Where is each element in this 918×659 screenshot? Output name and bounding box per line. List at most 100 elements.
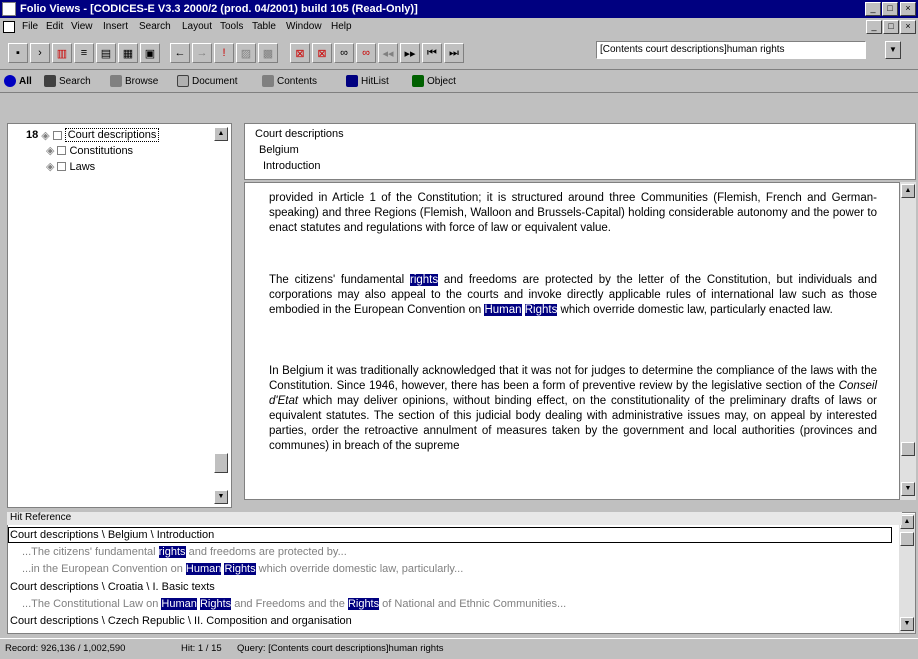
marker-icon[interactable]: ! xyxy=(214,43,234,63)
tab-search[interactable]: Search xyxy=(44,75,91,87)
previous-document-icon[interactable]: ⏮ xyxy=(422,43,442,63)
menu-view[interactable]: View xyxy=(71,21,93,32)
tree-item-laws[interactable]: ◈ Laws xyxy=(46,160,95,174)
menu-help[interactable]: Help xyxy=(331,21,352,32)
paragraph: The citizens' fundamental rights and fre… xyxy=(269,274,877,316)
binoculars-red-icon[interactable]: ∞ xyxy=(356,43,376,63)
tree-item-label: Constitutions xyxy=(69,144,134,157)
note-icon[interactable]: ▨ xyxy=(236,43,256,63)
breadcrumb: Court descriptions Belgium Introduction xyxy=(244,123,916,180)
contents-tree[interactable]: 18 ◈ Court descriptions ◈ Constitutions … xyxy=(7,123,232,508)
tab-browse[interactable]: Browse xyxy=(110,75,158,87)
list-icon xyxy=(346,75,358,87)
document-view[interactable]: provided in Article 1 of the Constitutio… xyxy=(244,182,900,500)
expand-icon[interactable]: ◈ xyxy=(41,129,49,142)
doc-close-button[interactable]: × xyxy=(900,20,916,34)
hit-scrollbar[interactable]: ▲ ▼ xyxy=(899,514,915,633)
tab-document[interactable]: Document xyxy=(177,75,238,87)
menu-window[interactable]: Window xyxy=(286,21,322,32)
menu-table[interactable]: Table xyxy=(252,21,276,32)
tree-item-constitutions[interactable]: ◈ Constitutions xyxy=(46,144,134,158)
checkbox[interactable] xyxy=(52,130,62,140)
hit-reference-row[interactable]: Court descriptions \ Czech Republic \ II… xyxy=(10,615,352,627)
previous-hit-icon[interactable]: ◂◂ xyxy=(378,43,398,63)
scroll-down-icon[interactable]: ▼ xyxy=(900,617,914,631)
scroll-thumb[interactable] xyxy=(900,532,914,546)
breadcrumb-level-2[interactable]: Belgium xyxy=(259,144,299,156)
menu-tools[interactable]: Tools xyxy=(220,21,243,32)
menu-bar: File Edit View Insert Search Layout Tool… xyxy=(0,18,918,37)
shelf-icon[interactable]: ▥ xyxy=(52,43,72,63)
layout-icon[interactable]: ▦ xyxy=(118,43,138,63)
hit-reference-row[interactable]: Court descriptions \ Belgium \ Introduct… xyxy=(10,529,214,541)
forward-icon[interactable]: → xyxy=(192,43,212,63)
minimize-button[interactable]: _ xyxy=(865,2,881,16)
next-document-icon[interactable]: ⏭ xyxy=(444,43,464,63)
binoculars-icon[interactable]: ∞ xyxy=(334,43,354,63)
list-icon[interactable]: ≡ xyxy=(74,43,94,63)
query-icon[interactable]: ⊠ xyxy=(290,43,310,63)
save-icon[interactable]: ▪ xyxy=(8,43,28,63)
scroll-down-icon[interactable]: ▼ xyxy=(901,482,915,496)
tab-hitlist[interactable]: HitList xyxy=(346,75,389,87)
scroll-up-icon[interactable]: ▲ xyxy=(900,515,914,529)
scroll-thumb[interactable] xyxy=(901,442,915,456)
search-hit[interactable]: Rights xyxy=(524,304,558,316)
tab-all[interactable]: All xyxy=(4,75,32,87)
document-scrollbar[interactable]: ▲ ▼ xyxy=(900,182,916,500)
menu-layout[interactable]: Layout xyxy=(182,21,212,32)
doc-restore-button[interactable]: □ xyxy=(883,20,899,34)
hit-count: 18 xyxy=(26,129,39,141)
page-icon xyxy=(177,75,189,87)
status-record: Record: 926,136 / 1,002,590 xyxy=(5,643,126,654)
app-icon[interactable] xyxy=(2,2,16,16)
menu-search[interactable]: Search xyxy=(139,21,171,32)
pane-divider[interactable]: ▲ ▼ xyxy=(214,123,242,508)
back-icon[interactable]: ← xyxy=(170,43,190,63)
doc-minimize-button[interactable]: _ xyxy=(866,20,882,34)
scroll-down-icon[interactable]: ▼ xyxy=(214,490,228,504)
hit-context-row[interactable]: ...The Constitutional Law on Human Right… xyxy=(22,598,566,610)
next-hit-icon[interactable]: ▸▸ xyxy=(400,43,420,63)
status-hit: Hit: 1 / 15 xyxy=(181,643,222,654)
tab-object[interactable]: Object xyxy=(412,75,456,87)
chevron-down-icon[interactable]: ▼ xyxy=(885,41,901,59)
close-button[interactable]: × xyxy=(900,2,916,16)
checkbox[interactable] xyxy=(57,162,67,171)
menu-file[interactable]: File xyxy=(22,21,38,32)
expand-icon[interactable]: ◈ xyxy=(46,144,54,157)
advanced-query-icon[interactable]: ⊠ xyxy=(312,43,332,63)
scroll-thumb[interactable] xyxy=(214,453,228,473)
menu-insert[interactable]: Insert xyxy=(103,21,128,32)
window-titlebar[interactable]: Folio Views - [CODICES-E V3.3 2000/2 (pr… xyxy=(0,0,918,18)
breadcrumb-level-3[interactable]: Introduction xyxy=(263,160,320,172)
link-icon[interactable]: ▩ xyxy=(258,43,278,63)
search-hit[interactable]: rights xyxy=(409,274,439,286)
print-icon[interactable]: ▣ xyxy=(140,43,160,63)
pointer-icon[interactable]: › xyxy=(30,43,50,63)
hit-context-row[interactable]: ...The citizens' fundamental rights and … xyxy=(22,546,347,558)
scroll-up-icon[interactable]: ▲ xyxy=(214,127,228,141)
page-icon[interactable]: ▤ xyxy=(96,43,116,63)
search-hit[interactable]: Human xyxy=(484,304,522,316)
query-field[interactable]: [Contents court descriptions]human right… xyxy=(596,41,866,59)
maximize-button[interactable]: □ xyxy=(882,2,898,16)
globe-icon xyxy=(4,75,16,87)
expand-icon[interactable]: ◈ xyxy=(46,160,54,173)
object-icon xyxy=(412,75,424,87)
binoculars-icon xyxy=(44,75,56,87)
view-tab-bar: All Search Browse Document Contents HitL… xyxy=(0,71,918,93)
window-title: Folio Views - [CODICES-E V3.3 2000/2 (pr… xyxy=(20,3,418,15)
menu-edit[interactable]: Edit xyxy=(46,21,63,32)
tree-item-court-descriptions[interactable]: 18 ◈ Court descriptions xyxy=(26,128,160,142)
document-icon[interactable] xyxy=(3,21,15,33)
hit-reference-header: Hit Reference xyxy=(7,512,902,525)
hit-reference-row[interactable]: Court descriptions \ Croatia \ I. Basic … xyxy=(10,581,215,593)
breadcrumb-level-1[interactable]: Court descriptions xyxy=(255,128,344,140)
tab-contents[interactable]: Contents xyxy=(262,75,317,87)
hit-context-row[interactable]: ...in the European Convention on Human R… xyxy=(22,563,463,575)
scroll-up-icon[interactable]: ▲ xyxy=(901,184,915,198)
book-icon xyxy=(110,75,122,87)
checkbox[interactable] xyxy=(57,146,67,155)
contents-icon xyxy=(262,75,274,87)
